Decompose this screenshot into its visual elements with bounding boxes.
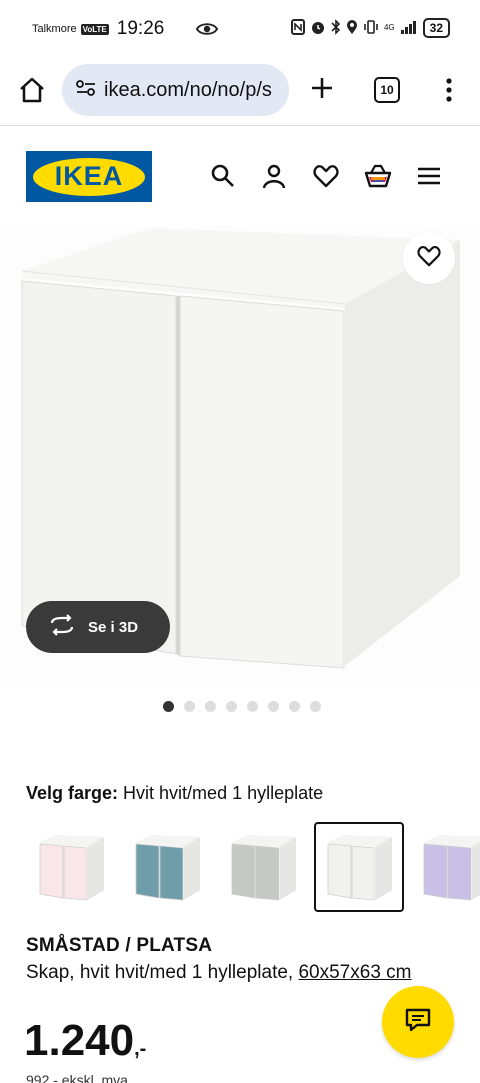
carousel-dot[interactable] [163, 701, 174, 712]
product-description: Skap, hvit hvit/med 1 hylleplate, 60x57x… [26, 960, 446, 986]
cabinet-thumbnail [135, 835, 200, 901]
new-tab-button[interactable] [308, 74, 336, 107]
bluetooth-icon [331, 18, 341, 38]
color-swatch-lilac[interactable] [410, 822, 480, 912]
ikea-logo[interactable]: IKEA [26, 151, 152, 202]
price-value: 1.240 [24, 1016, 135, 1065]
account-icon[interactable] [261, 163, 287, 194]
tab-switcher-button[interactable]: 10 [374, 77, 400, 103]
color-swatch-blue[interactable] [122, 822, 212, 912]
menu-icon[interactable] [416, 163, 442, 194]
image-carousel-indicator [163, 701, 321, 712]
color-swatch-list [26, 822, 480, 914]
vibrate-icon [363, 19, 379, 38]
heart-icon [417, 245, 441, 272]
product-dimensions-link[interactable]: 60x57x63 cm [298, 962, 411, 983]
color-label-value: Hvit hvit/med 1 hylleplate [123, 783, 324, 803]
color-swatch-white[interactable] [314, 822, 404, 912]
site-settings-icon[interactable] [76, 79, 96, 102]
color-swatch-grey[interactable] [218, 822, 308, 912]
cabinet-thumbnail [423, 835, 480, 901]
carousel-dot[interactable] [289, 701, 300, 712]
logo-text: IKEA [54, 161, 124, 191]
product-price: 1.240,- [24, 1016, 146, 1066]
cabinet-thumbnail [39, 835, 104, 901]
favourites-icon[interactable] [313, 163, 339, 194]
site-header: IKEA [0, 126, 480, 226]
view-3d-label: Se i 3D [88, 618, 139, 636]
carousel-dot[interactable] [226, 701, 237, 712]
cabinet-thumbnail [327, 835, 392, 901]
signal-icon [400, 20, 418, 37]
cabinet-thumbnail [231, 835, 296, 901]
price-excl-vat: 992,- ekskl. mva [26, 1072, 128, 1083]
network-type: 4G [383, 23, 395, 32]
home-button[interactable] [18, 76, 46, 109]
rotate-3d-icon [48, 614, 76, 640]
color-swatch-pink[interactable] [26, 822, 116, 912]
browser-menu-icon[interactable] [440, 76, 458, 109]
eye-icon [195, 18, 219, 43]
carousel-dot[interactable] [205, 701, 216, 712]
carousel-dot[interactable] [247, 701, 258, 712]
url-bar[interactable]: ikea.com/no/no/p/s [62, 64, 289, 116]
carousel-dot[interactable] [184, 701, 195, 712]
browser-toolbar: ikea.com/no/no/p/s 10 [0, 60, 480, 122]
search-icon[interactable] [210, 163, 236, 194]
color-label-title: Velg farge: [26, 783, 119, 803]
location-icon [346, 19, 358, 38]
alarm-icon [310, 19, 326, 38]
price-suffix: ,- [134, 1038, 147, 1060]
status-bar: Talkmore VoLTE 19:26 4G 32 [0, 0, 480, 58]
view-3d-button[interactable]: Se i 3D [26, 601, 170, 653]
chat-icon [404, 1007, 432, 1038]
carrier-name: Talkmore [32, 23, 77, 35]
add-to-favourites-button[interactable] [403, 232, 455, 284]
battery-indicator: 32 [422, 18, 450, 38]
volte-badge: VoLTE [80, 23, 109, 35]
cart-icon[interactable] [364, 163, 392, 194]
carousel-dot[interactable] [310, 701, 321, 712]
clock: 19:26 [116, 18, 165, 39]
product-name: SMÅSTAD / PLATSA [26, 935, 213, 956]
product-description-text: Skap, hvit hvit/med 1 hylleplate, [26, 962, 299, 983]
color-select-label: Velg farge: Hvit hvit/med 1 hylleplate [26, 783, 323, 804]
carousel-dot[interactable] [268, 701, 279, 712]
nfc-icon [290, 18, 305, 38]
chat-button[interactable] [382, 986, 454, 1058]
url-text: ikea.com/no/no/p/s [104, 78, 272, 101]
